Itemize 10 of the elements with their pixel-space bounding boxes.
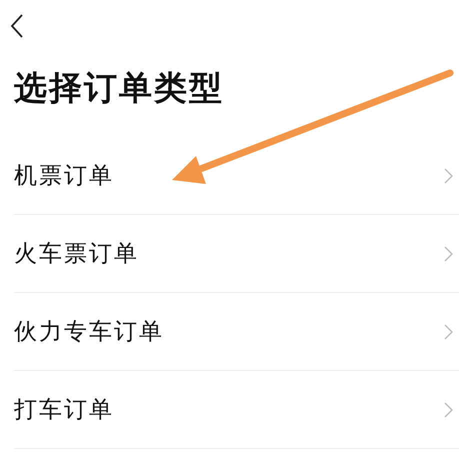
order-type-item[interactable]: 火车票订单 [14, 215, 459, 293]
chevron-right-icon [444, 168, 453, 184]
chevron-right-icon [444, 324, 453, 340]
back-button[interactable] [10, 14, 24, 38]
order-type-item[interactable]: 打车订单 [14, 371, 459, 449]
back-icon [10, 14, 24, 38]
chevron-right-icon [444, 246, 453, 262]
page-title: 选择订单类型 [14, 67, 225, 109]
chevron-right-icon [444, 402, 453, 418]
order-type-item[interactable]: 伙力专车订单 [14, 293, 459, 371]
